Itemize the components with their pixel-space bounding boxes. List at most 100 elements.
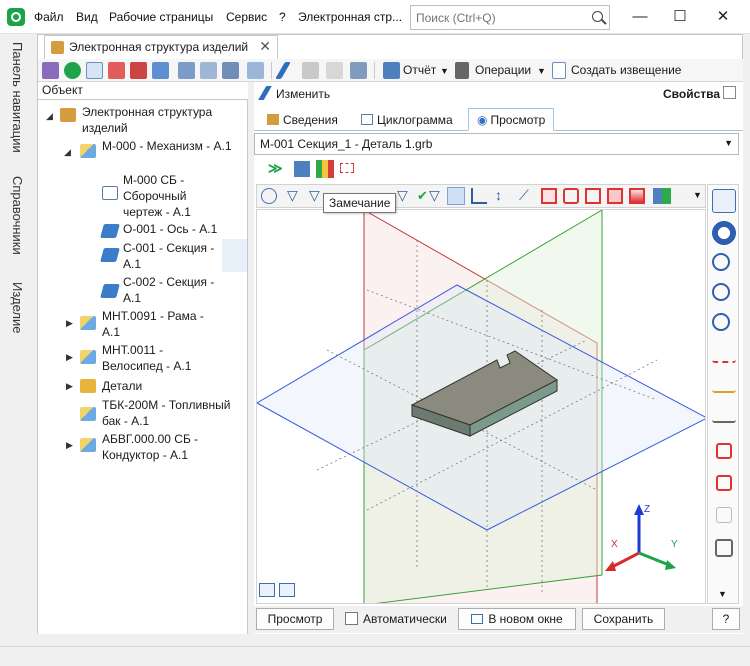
maximize-button[interactable]: ☐ <box>670 8 690 26</box>
move-icon[interactable] <box>152 62 169 79</box>
expand-arrow-icon[interactable]: ◢ <box>46 111 53 122</box>
minimize-button[interactable]: — <box>630 8 650 26</box>
menu-file[interactable]: Файл <box>34 10 64 24</box>
section-plane-icon[interactable] <box>447 187 465 205</box>
measure-icon[interactable]: ↕ <box>495 187 502 203</box>
tree-item[interactable]: Детали <box>102 378 142 394</box>
report-button[interactable]: Отчёт <box>403 63 436 77</box>
check-icon[interactable]: ✔ <box>417 188 428 204</box>
search-input[interactable] <box>411 6 581 29</box>
copy-icon[interactable] <box>108 62 125 79</box>
card-icon[interactable] <box>86 62 103 79</box>
scroll-down-icon[interactable]: ▼ <box>718 589 727 599</box>
double-chevron-icon[interactable]: ≫ <box>268 160 283 177</box>
box-outline-icon[interactable] <box>563 188 579 204</box>
auto-checkbox[interactable] <box>345 612 358 625</box>
close-button[interactable]: ✕ <box>713 8 733 26</box>
tab-preview[interactable]: ◉ Просмотр <box>468 108 555 131</box>
glasses-icon[interactable] <box>712 407 736 423</box>
collapse-arrow-icon[interactable]: ▶ <box>66 381 73 392</box>
tree-item[interactable]: МНТ.0011 - Велосипед - А.1 <box>102 342 212 374</box>
chevron-down-icon[interactable]: ▼ <box>724 138 733 148</box>
check-box-icon[interactable] <box>716 443 732 459</box>
remark-icon[interactable] <box>316 160 334 178</box>
tab-product[interactable]: Изделие <box>10 282 25 333</box>
chevron-down-icon[interactable]: ▼ <box>440 66 449 76</box>
tree-item[interactable]: М-000 СБ - Сборочный чертеж - А.1 <box>123 172 223 220</box>
document-tab[interactable]: Электронная структура изделий ✕ <box>44 35 278 59</box>
filter-clear-icon[interactable]: ▽ <box>429 187 440 204</box>
tree-item[interactable]: М-000 - Механизм - А.1 <box>102 138 242 154</box>
preview-icon[interactable] <box>247 62 264 79</box>
report-icon[interactable] <box>383 62 400 79</box>
tree-root[interactable]: Электронная структура изделий <box>82 104 242 136</box>
save-icon[interactable] <box>302 62 319 79</box>
tree-item[interactable]: МНТ.0091 - Рама - А.1 <box>102 308 222 340</box>
hide-icon[interactable] <box>712 347 736 363</box>
delete-icon[interactable] <box>130 62 147 79</box>
hammer-icon[interactable] <box>455 62 469 79</box>
add-icon[interactable] <box>64 62 81 79</box>
menu-work-pages[interactable]: Рабочие страницы <box>109 10 213 24</box>
cancel-icon[interactable] <box>326 62 343 79</box>
help-button[interactable]: ? <box>712 608 740 630</box>
filter-view-icon[interactable]: ▽ <box>309 187 320 204</box>
menu-window-title[interactable]: Электронная стр... <box>298 10 402 24</box>
tab-navigation-panel[interactable]: Панель навигации <box>10 42 25 153</box>
list-check-icon[interactable] <box>200 62 217 79</box>
markup-icon[interactable] <box>340 163 354 173</box>
tree-view-icon[interactable] <box>178 62 195 79</box>
tree-item[interactable]: С-002 - Секция - А.1 <box>123 274 223 306</box>
rotate-icon[interactable] <box>716 507 732 523</box>
tab-references[interactable]: Справочники <box>10 176 25 255</box>
magnet-icon[interactable] <box>712 221 736 245</box>
expand-arrow-icon[interactable]: ◢ <box>64 147 71 158</box>
grid-icon[interactable] <box>222 62 239 79</box>
notice-icon[interactable] <box>552 62 566 79</box>
layout-icon[interactable] <box>259 583 275 597</box>
pen-icon[interactable]: ⟋ <box>519 187 529 204</box>
edit-button[interactable]: Изменить <box>276 87 330 101</box>
color-icon[interactable] <box>653 188 671 204</box>
split-view-icon[interactable] <box>279 583 295 597</box>
model-tree-icon[interactable] <box>261 188 277 204</box>
tree-item[interactable]: ТБК-200М - Топливный бак - А.1 <box>102 397 247 429</box>
file-select[interactable]: М-001 Секция_1 - Деталь 1.grb ▼ <box>254 133 739 155</box>
pin-icon[interactable] <box>723 86 736 99</box>
menu-view[interactable]: Вид <box>76 10 98 24</box>
highlight-icon[interactable] <box>712 377 736 393</box>
apply-icon[interactable] <box>350 62 367 79</box>
auto-checkbox-label[interactable]: Автоматически <box>363 612 447 626</box>
view-button[interactable]: Просмотр <box>256 608 334 630</box>
edit-structure-icon[interactable] <box>42 62 59 79</box>
tab-info[interactable]: Сведения <box>258 108 347 131</box>
operations-button[interactable]: Операции <box>475 63 531 77</box>
zoom-window-icon[interactable] <box>712 283 730 301</box>
model-viewport[interactable]: Z X Y <box>256 209 706 604</box>
chart-icon[interactable] <box>294 161 310 177</box>
tree-item[interactable]: С-001 - Секция - А.1 <box>123 240 223 272</box>
save-button[interactable]: Сохранить <box>582 608 665 630</box>
multi-check-icon[interactable] <box>716 475 732 491</box>
panel-icon[interactable] <box>712 189 736 213</box>
model-scene[interactable]: Z X Y <box>257 210 706 604</box>
collapse-arrow-icon[interactable]: ▶ <box>66 318 73 329</box>
chevron-down-icon[interactable]: ▼ <box>537 66 546 76</box>
tree-item[interactable]: АБВГ.000.00 СБ - Кондуктор - А.1 <box>102 431 222 463</box>
new-window-button[interactable]: В новом окне <box>458 608 576 630</box>
search-box[interactable] <box>410 5 610 30</box>
axes-icon[interactable] <box>471 188 487 204</box>
zoom-in-icon[interactable] <box>712 253 730 271</box>
search-icon[interactable] <box>592 11 603 22</box>
tree-item[interactable]: О-001 - Ось - А.1 <box>123 221 243 237</box>
tab-cyclogram[interactable]: Циклограмма <box>352 108 462 131</box>
menu-help[interactable]: ? <box>279 10 286 24</box>
box-full-icon[interactable] <box>629 188 645 204</box>
box-red-icon[interactable] <box>541 188 557 204</box>
chevron-down-icon[interactable]: ▼ <box>693 190 702 200</box>
zoom-fit-icon[interactable] <box>712 313 730 331</box>
filter-off-icon[interactable]: ▽ <box>397 187 408 204</box>
cube-icon[interactable] <box>715 539 733 557</box>
close-tab-icon[interactable]: ✕ <box>259 38 271 55</box>
box-edges-icon[interactable] <box>585 188 601 204</box>
